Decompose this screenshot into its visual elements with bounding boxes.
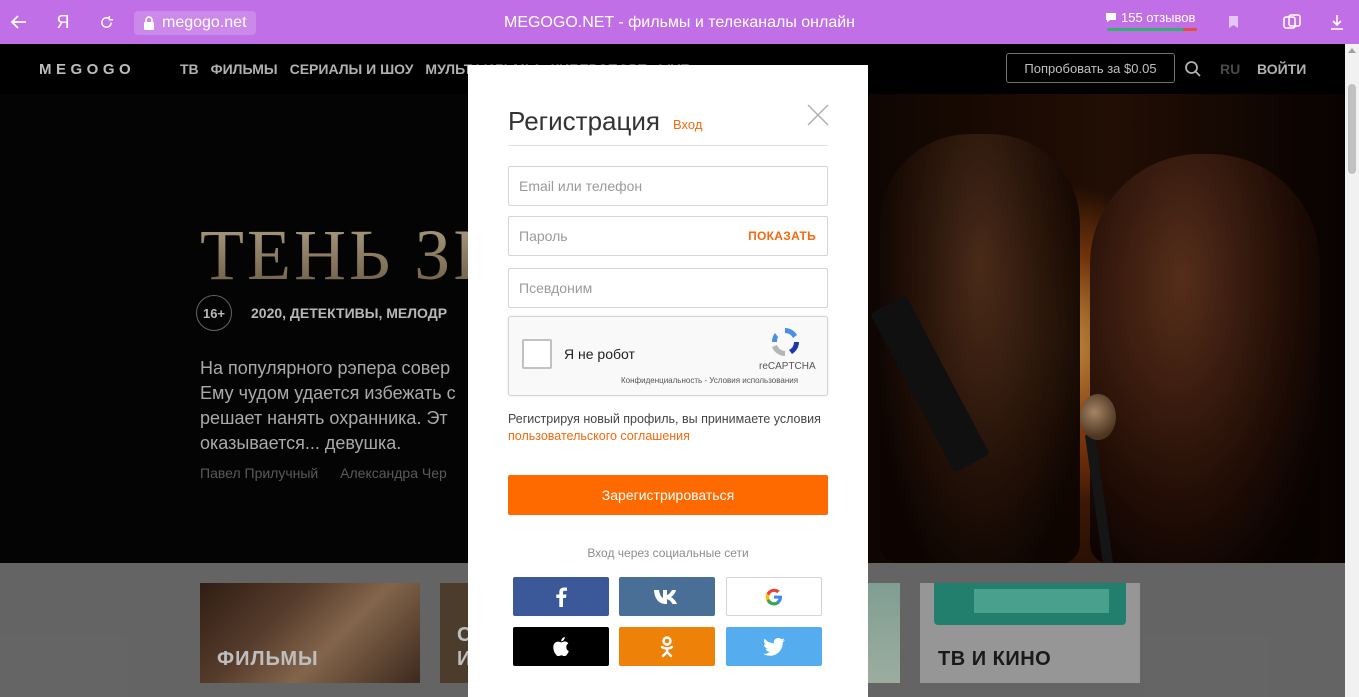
cast-member[interactable]: Александра Чер	[340, 465, 447, 481]
chat-bubble-icon	[1106, 13, 1116, 22]
facebook-login-button[interactable]	[513, 577, 609, 616]
reviews-count: 155 отзывов	[1121, 10, 1196, 25]
description-line: решает нанять охранника. Эт	[200, 408, 448, 428]
browser-toolbar: Я megogo.net MEGOGO.NET - фильмы и телек…	[0, 0, 1359, 44]
url-text: megogo.net	[162, 14, 247, 31]
category-label: ФИЛЬМЫ	[217, 648, 319, 670]
nav-tv[interactable]: ТВ	[180, 61, 199, 77]
movie-meta: 2020, ДЕТЕКТИВЫ, МЕЛОДР	[251, 305, 448, 321]
nickname-field[interactable]: Псевдоним	[508, 268, 828, 308]
poster-microphone	[1080, 394, 1116, 440]
show-password-button[interactable]: ПОКАЗАТЬ	[748, 217, 816, 255]
registration-modal: Регистрация Вход Email или телефон Парол…	[468, 65, 868, 697]
scroll-up-arrow-icon[interactable]	[1348, 48, 1356, 53]
odnoklassniki-icon	[660, 635, 674, 657]
email-placeholder: Email или телефон	[519, 178, 643, 194]
recaptcha-brand: reCAPTCHA	[759, 361, 816, 372]
recaptcha-links[interactable]: Конфиденциальность - Условия использован…	[621, 376, 798, 385]
back-arrow-icon[interactable]	[6, 0, 32, 44]
recaptcha-widget: Я не робот reCAPTCHA Конфиденциальность …	[508, 316, 828, 396]
recaptcha-checkbox[interactable]	[522, 339, 552, 369]
bookmark-icon[interactable]	[1222, 0, 1244, 44]
lock-icon	[144, 16, 154, 30]
search-icon[interactable]	[1184, 60, 1202, 78]
reload-icon[interactable]	[95, 0, 117, 44]
cast-member[interactable]: Павел Прилучный	[200, 465, 318, 481]
close-icon[interactable]	[807, 104, 829, 126]
address-bar[interactable]: megogo.net	[134, 11, 256, 35]
age-rating-badge: 16+	[196, 295, 232, 331]
password-placeholder: Пароль	[519, 228, 568, 244]
nav-films[interactable]: ФИЛЬМЫ	[211, 61, 278, 77]
google-login-button[interactable]	[726, 577, 822, 616]
twitter-icon	[763, 637, 785, 656]
apple-login-button[interactable]	[513, 627, 609, 666]
movie-title[interactable]: ТЕНЬ ЗВ	[200, 214, 504, 297]
email-field[interactable]: Email или телефон	[508, 166, 828, 206]
description-line: На популярного рэпера совер	[200, 358, 451, 378]
facebook-icon	[556, 587, 567, 607]
yandex-icon[interactable]: Я	[52, 0, 74, 44]
category-card-films[interactable]: ФИЛЬМЫ	[200, 583, 420, 683]
register-button[interactable]: Зарегистрироваться	[508, 475, 828, 515]
recaptcha-label: Я не робот	[564, 346, 635, 362]
social-login-caption: Вход через социальные сети	[587, 546, 749, 560]
page-scrollbar[interactable]	[1345, 44, 1359, 697]
collections-icon[interactable]	[1280, 0, 1304, 44]
movie-description: На популярного рэпера совер Ему чудом уд…	[200, 356, 500, 456]
description-line: Ему чудом удается избежать с	[200, 383, 456, 403]
apple-icon	[553, 637, 569, 656]
scroll-thumb[interactable]	[1348, 84, 1356, 174]
switch-to-login-link[interactable]: Вход	[673, 117, 702, 132]
terms-link[interactable]: пользовательского соглашения	[508, 429, 690, 443]
terms-text: Регистрируя новый профиль, вы принимаете…	[508, 412, 821, 426]
category-label: С И	[457, 624, 468, 670]
description-line: оказывается... девушка.	[200, 433, 402, 453]
movie-cast: Павел Прилучный Александра Чер	[200, 465, 465, 481]
category-card-tv[interactable]: ТВ И КИНО	[920, 583, 1140, 683]
modal-divider	[508, 145, 828, 146]
poster-figure-woman	[1090, 154, 1320, 563]
vk-login-button[interactable]	[619, 577, 715, 616]
password-field[interactable]: Пароль ПОКАЗАТЬ	[508, 216, 828, 256]
category-card-series[interactable]: С И	[440, 583, 468, 683]
reviews-badge[interactable]: 155 отзывов	[1105, 10, 1195, 25]
terms-notice: Регистрируя новый профиль, вы принимаете…	[508, 411, 838, 445]
odnoklassniki-login-button[interactable]	[619, 627, 715, 666]
modal-title: Регистрация	[508, 106, 660, 136]
tv-illustration	[934, 583, 1126, 625]
download-icon[interactable]	[1326, 0, 1348, 44]
recaptcha-logo-icon	[771, 328, 799, 356]
try-subscription-button[interactable]: Попробовать за $0.05	[1006, 53, 1175, 83]
nickname-placeholder: Псевдоним	[519, 280, 593, 296]
login-link[interactable]: ВОЙТИ	[1257, 61, 1306, 77]
site-logo[interactable]: MEGOGO	[39, 61, 135, 78]
reviews-rating-bar	[1107, 28, 1197, 31]
category-label: ТВ И КИНО	[938, 648, 1052, 670]
category-card-cartoons[interactable]	[868, 583, 900, 683]
nav-series[interactable]: СЕРИАЛЫ И ШОУ	[290, 61, 414, 77]
google-icon	[765, 588, 782, 605]
twitter-login-button[interactable]	[726, 627, 822, 666]
vk-icon	[654, 589, 677, 604]
language-switch[interactable]: RU	[1220, 61, 1240, 77]
